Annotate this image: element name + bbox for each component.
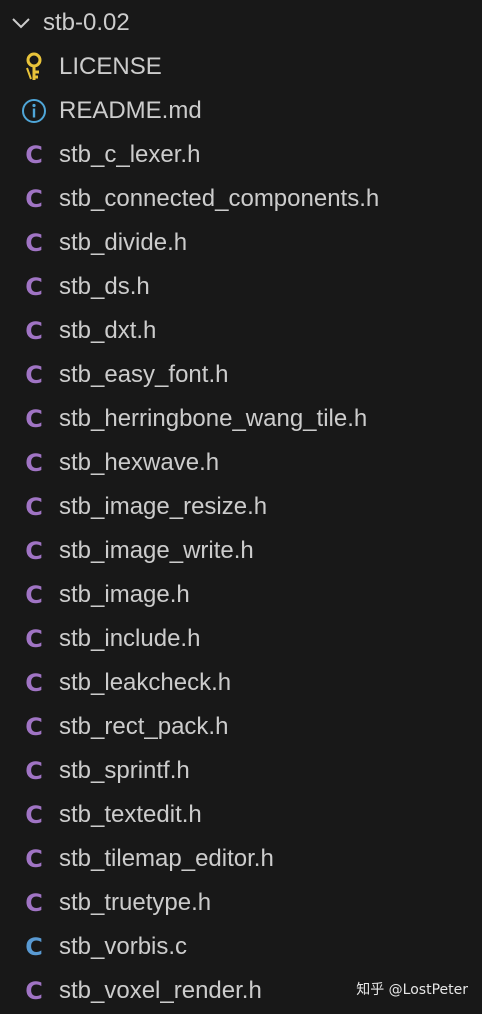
license-key-icon [20,52,48,82]
file-label: README.md [59,97,202,124]
file-label: stb_dxt.h [59,317,157,344]
watermark: 知乎 @LostPeter [356,982,468,998]
file-item[interactable]: Cstb_tilemap_editor.h [0,837,482,881]
c-header-icon: C [25,713,43,741]
folder-name: stb-0.02 [43,9,130,36]
file-label: stb_image_write.h [59,537,254,564]
file-label: stb_sprintf.h [59,757,190,784]
file-item[interactable]: Cstb_image_write.h [0,529,482,573]
file-item[interactable]: Cstb_include.h [0,617,482,661]
info-icon [20,96,48,126]
file-label: stb_rect_pack.h [59,713,229,740]
file-label: stb_image_resize.h [59,493,268,520]
c-header-icon: C [25,317,43,345]
file-label: stb_vorbis.c [59,933,188,960]
file-item[interactable]: Cstb_image.h [0,573,482,617]
c-header-icon: C [25,141,43,169]
file-item[interactable]: README.md [0,89,482,133]
file-label: stb_divide.h [59,229,188,256]
c-header-icon: C [25,185,43,213]
c-header-icon: C [25,625,43,653]
file-label: stb_c_lexer.h [59,141,201,168]
file-item[interactable]: Cstb_sprintf.h [0,749,482,793]
file-item[interactable]: Cstb_c_lexer.h [0,133,482,177]
chevron-down-icon[interactable] [10,12,32,34]
file-item[interactable]: Cstb_truetype.h [0,881,482,925]
file-item[interactable]: Cstb_rect_pack.h [0,705,482,749]
file-item[interactable]: Cstb_leakcheck.h [0,661,482,705]
file-label: stb_connected_components.h [59,185,380,212]
c-header-icon: C [25,977,43,1005]
file-label: stb_textedit.h [59,801,202,828]
c-source-icon: C [25,933,43,961]
file-label: stb_include.h [59,625,201,652]
folder-row-stb[interactable]: stb-0.02 [0,2,482,42]
file-item[interactable]: Cstb_divide.h [0,221,482,265]
c-header-icon: C [25,229,43,257]
file-label: stb_easy_font.h [59,361,229,388]
file-label: stb_hexwave.h [59,449,220,476]
c-header-icon: C [25,361,43,389]
file-label: stb_leakcheck.h [59,669,232,696]
file-label: LICENSE [59,53,162,80]
file-label: stb_image.h [59,581,190,608]
file-list: LICENSE README.md Cstb_c_lexer.h Cstb_conne… [0,45,482,1013]
file-item[interactable]: Cstb_connected_components.h [0,177,482,221]
c-header-icon: C [25,273,43,301]
file-item[interactable]: LICENSE [0,45,482,89]
file-item[interactable]: Cstb_easy_font.h [0,353,482,397]
file-item[interactable]: Cstb_ds.h [0,265,482,309]
c-header-icon: C [25,581,43,609]
file-label: stb_voxel_render.h [59,977,262,1004]
c-header-icon: C [25,845,43,873]
file-explorer: stb-0.02 LICENSE README.md Cstb_c_lexer.h C… [0,0,482,1014]
c-header-icon: C [25,669,43,697]
file-label: stb_truetype.h [59,889,212,916]
c-header-icon: C [25,449,43,477]
file-item[interactable]: Cstb_herringbone_wang_tile.h [0,397,482,441]
file-item[interactable]: Cstb_dxt.h [0,309,482,353]
file-label: stb_ds.h [59,273,150,300]
c-header-icon: C [25,757,43,785]
file-item[interactable]: Cstb_image_resize.h [0,485,482,529]
file-item[interactable]: Cstb_vorbis.c [0,925,482,969]
file-item[interactable]: Cstb_textedit.h [0,793,482,837]
c-header-icon: C [25,537,43,565]
c-header-icon: C [25,493,43,521]
file-label: stb_tilemap_editor.h [59,845,274,872]
c-header-icon: C [25,801,43,829]
c-header-icon: C [25,889,43,917]
file-item[interactable]: Cstb_hexwave.h [0,441,482,485]
file-label: stb_herringbone_wang_tile.h [59,405,368,432]
c-header-icon: C [25,405,43,433]
